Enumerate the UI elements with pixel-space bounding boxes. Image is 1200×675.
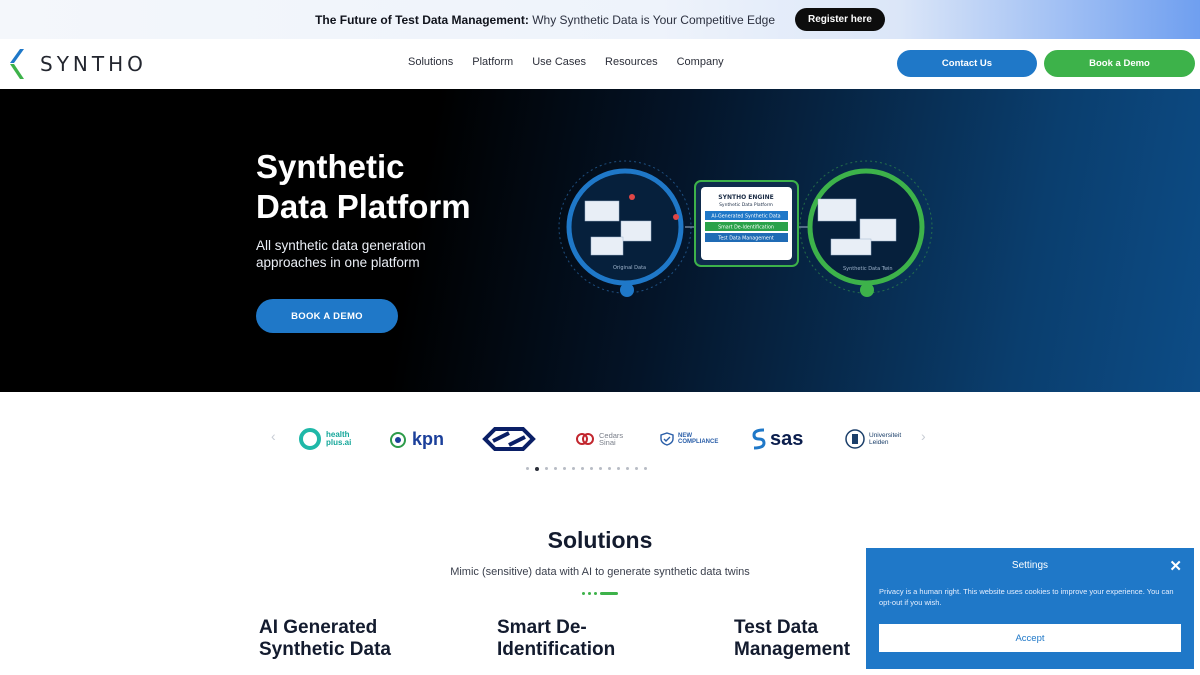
- card2-line1: Smart De-: [497, 617, 587, 638]
- card3-line2: Management: [734, 639, 851, 660]
- carousel-dot[interactable]: [635, 467, 638, 470]
- hero-subtitle: All synthetic data generation approaches…: [256, 237, 476, 271]
- register-button[interactable]: Register here: [795, 8, 885, 31]
- sas-mark-icon: [752, 428, 766, 450]
- carousel-dot[interactable]: [590, 467, 593, 470]
- ns-logo-icon: [482, 427, 536, 451]
- cedars-text2: Sinai: [599, 438, 616, 447]
- carousel-next-icon[interactable]: ›: [921, 428, 926, 444]
- kpn-text: kpn: [412, 428, 445, 449]
- carousel-dot[interactable]: [644, 467, 647, 470]
- cedars-mark-icon: [576, 433, 594, 445]
- book-demo-header-button[interactable]: Book a Demo: [1044, 50, 1195, 77]
- carousel-dot[interactable]: [626, 467, 629, 470]
- kpn-mark-icon: [390, 432, 406, 448]
- cookie-text: Privacy is a human right. This website u…: [879, 587, 1174, 607]
- logo-health-plus-ai[interactable]: health plus.ai: [298, 426, 351, 452]
- solution-card-test-data[interactable]: Test Data Management: [734, 617, 850, 661]
- logo-ns[interactable]: [479, 426, 539, 452]
- health-plus-text2: plus.ai: [326, 438, 352, 447]
- close-icon[interactable]: ✕: [1169, 557, 1182, 575]
- original-data-label: Original Data: [613, 265, 646, 271]
- main-nav: Solutions Platform Use Cases Resources C…: [408, 56, 724, 68]
- health-plus-icon: [299, 428, 321, 450]
- site-header: SYNTHO Solutions Platform Use Cases Reso…: [0, 39, 1200, 89]
- leiden-text1: Universiteit: [869, 432, 902, 439]
- hero-title-line2: Data Platform: [256, 188, 471, 225]
- hero-title-line1: Synthetic: [256, 148, 405, 185]
- carousel-dot[interactable]: [617, 467, 620, 470]
- syntho-mark-icon: [10, 49, 24, 79]
- card3-line1: Test Data: [734, 617, 819, 638]
- syntho-logo[interactable]: SYNTHO: [9, 49, 147, 79]
- leiden-text2: Leiden: [869, 439, 889, 446]
- announcement-bar: The Future of Test Data Management: Why …: [0, 0, 1200, 39]
- nav-item-platform[interactable]: Platform: [472, 56, 513, 68]
- platform-illustration: Original Data SYNTHO ENGINE Synthetic Da…: [558, 160, 933, 297]
- announcement-text: The Future of Test Data Management: Why …: [315, 13, 775, 27]
- carousel-dot[interactable]: [545, 467, 548, 470]
- logo-cedars-sinai[interactable]: Cedars Sinai: [575, 426, 623, 452]
- engine-item-deid: Smart De-Identification: [718, 225, 774, 231]
- sas-text: sas: [770, 427, 804, 450]
- carousel-dot[interactable]: [581, 467, 584, 470]
- carousel-dots: [526, 467, 647, 471]
- shield-check-icon: [660, 432, 674, 446]
- engine-item-tdm: Test Data Management: [717, 236, 774, 242]
- cookie-consent-panel: Settings ✕ Privacy is a human right. Thi…: [866, 548, 1194, 669]
- solution-card-ai-generated[interactable]: AI Generated Synthetic Data: [259, 617, 391, 661]
- logo-sas[interactable]: sas: [752, 426, 803, 452]
- hero-section: Synthetic Data Platform All synthetic da…: [0, 89, 1200, 392]
- logo-new-compliance[interactable]: NEW COMPLIANCE: [660, 426, 718, 452]
- carousel-dot[interactable]: [572, 467, 575, 470]
- announcement-bold: The Future of Test Data Management:: [315, 12, 529, 27]
- synthetic-twin-label: Synthetic Data Twin: [843, 266, 893, 272]
- hero-book-demo-button[interactable]: BOOK A DEMO: [256, 299, 398, 333]
- contact-us-button[interactable]: Contact Us: [897, 50, 1037, 77]
- card2-line2: Identification: [497, 639, 616, 660]
- carousel-dot[interactable]: [526, 467, 529, 470]
- leiden-seal-icon: [845, 429, 865, 449]
- engine-subtitle: Synthetic Data Platform: [719, 202, 773, 208]
- hero-title: Synthetic Data Platform: [256, 147, 471, 227]
- cookie-title: Settings: [1011, 560, 1049, 571]
- hero-subtitle-line1: All synthetic data generation: [256, 238, 426, 253]
- brand-name: SYNTHO: [40, 52, 147, 76]
- carousel-dot[interactable]: [563, 467, 566, 470]
- accept-cookies-button[interactable]: Accept: [879, 624, 1181, 652]
- carousel-dot[interactable]: [608, 467, 611, 470]
- carousel-dot[interactable]: [599, 467, 602, 470]
- nav-item-company[interactable]: Company: [677, 56, 724, 68]
- solutions-divider: [582, 592, 618, 595]
- carousel-prev-icon[interactable]: ‹: [271, 428, 276, 444]
- card1-line1: AI Generated: [259, 617, 378, 638]
- engine-title: SYNTHO ENGINE: [718, 194, 773, 201]
- logo-universiteit-leiden[interactable]: Universiteit Leiden: [845, 426, 901, 452]
- carousel-dot[interactable]: [554, 467, 557, 470]
- card1-line2: Synthetic Data: [259, 639, 391, 660]
- carousel-dot[interactable]: [535, 467, 539, 471]
- nav-item-solutions[interactable]: Solutions: [408, 56, 453, 68]
- engine-item-ai: AI-Generated Synthetic Data: [711, 214, 780, 220]
- solution-card-smart-deid[interactable]: Smart De- Identification: [497, 617, 615, 661]
- new-compliance-text2: COMPLIANCE: [678, 439, 719, 445]
- nav-item-resources[interactable]: Resources: [605, 56, 658, 68]
- announcement-rest: Why Synthetic Data is Your Competitive E…: [528, 12, 775, 27]
- client-logos-carousel: ‹ › health plus.ai kpn Cedars Sinai NEW COM…: [0, 392, 1200, 492]
- nav-item-use-cases[interactable]: Use Cases: [532, 56, 586, 68]
- hero-subtitle-line2: approaches in one platform: [256, 255, 420, 270]
- logo-kpn[interactable]: kpn: [388, 426, 444, 452]
